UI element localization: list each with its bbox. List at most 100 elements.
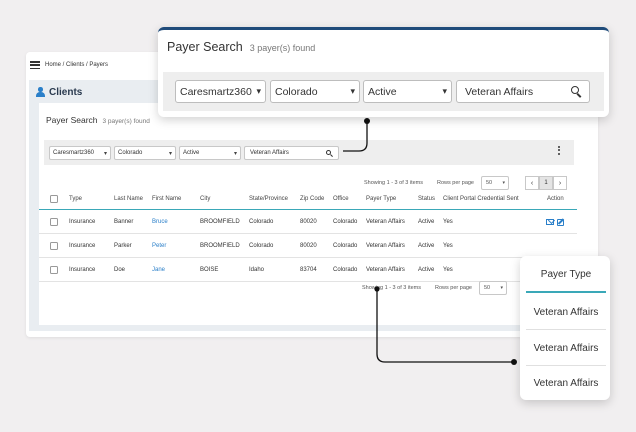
section-header: Clients	[35, 84, 82, 100]
cell-last-name: Doe	[114, 266, 126, 273]
row-select-cell	[50, 234, 58, 257]
rows-per-page-label: Rows per page	[435, 285, 472, 291]
card-title-text: Payer Search	[46, 115, 98, 125]
payer-table: Type Last Name First Name City State/Pro…	[39, 188, 577, 282]
status-select[interactable]: Active ▾	[179, 146, 241, 160]
chevron-down-icon: ▾	[233, 151, 237, 157]
chevron-down-icon: ▾	[168, 151, 172, 157]
zoom-card-title-text: Payer Search	[167, 40, 243, 54]
chevron-down-icon: ▾	[442, 86, 447, 96]
row-checkbox[interactable]	[50, 217, 58, 226]
row-checkbox[interactable]	[50, 265, 58, 274]
cell-payer-type: Veteran Affairs	[366, 242, 405, 249]
zoom-state-select[interactable]: Colorado ▾	[270, 80, 360, 103]
zoom-filter-bar: Caresmartz360 ▾ Colorado ▾ Active ▾ Vete…	[163, 72, 604, 111]
zoom-agency-select[interactable]: Caresmartz360 ▾	[175, 80, 266, 103]
chevron-down-icon: ▾	[103, 151, 107, 157]
row-select-cell	[50, 258, 58, 281]
zoom-status-select[interactable]: Active ▾	[363, 80, 452, 103]
mail-icon[interactable]	[546, 218, 554, 225]
zoom-status-select-value: Active	[368, 85, 397, 98]
cell-office: Colorado	[333, 266, 358, 273]
cell-state: Idaho	[249, 266, 265, 273]
zoom-search-input[interactable]: Veteran Affairs	[456, 80, 590, 103]
zoom-payer-type-value: Veteran Affairs	[526, 331, 606, 366]
select-all-cell	[50, 188, 58, 209]
breadcrumb[interactable]: Home / Clients / Payers	[45, 62, 108, 68]
search-input-value: Veteran Affairs	[250, 150, 289, 156]
filter-bar: Caresmartz360 ▾ Colorado ▾ Active ▾ Vete…	[44, 140, 574, 165]
zoom-result-count: 3 payer(s) found	[249, 43, 316, 53]
cell-state: Colorado	[249, 218, 274, 225]
cell-payer-type: Veteran Affairs	[366, 218, 405, 225]
zoom-agency-select-value: Caresmartz360	[180, 85, 252, 98]
cell-type: Insurance	[69, 266, 96, 273]
zoom-payer-type-value: Veteran Affairs	[533, 378, 599, 389]
cell-state: Colorado	[249, 242, 274, 249]
zoom-search-input-value: Veteran Affairs	[465, 85, 534, 98]
table-header-row: Type Last Name First Name City State/Pro…	[39, 188, 577, 210]
payer-search-zoom-callout: Payer Search 3 payer(s) found Caresmartz…	[158, 27, 609, 117]
search-input[interactable]: Veteran Affairs	[244, 146, 339, 160]
col-state[interactable]: State/Province	[249, 188, 288, 209]
col-zip[interactable]: Zip Code	[300, 188, 324, 209]
menu-icon[interactable]	[30, 61, 40, 69]
cell-office: Colorado	[333, 242, 358, 249]
cell-credential-sent: Yes	[443, 242, 453, 249]
edit-icon[interactable]	[557, 217, 565, 226]
cell-credential-sent: Yes	[443, 266, 453, 273]
state-select[interactable]: Colorado ▾	[114, 146, 176, 160]
rows-per-page-value: 50	[486, 180, 493, 186]
col-credential-sent[interactable]: Client Portal Credential Sent	[443, 188, 519, 209]
table-row[interactable]: Insurance Banner Bruce BROOMFIELD Colora…	[39, 210, 577, 234]
rows-per-page-select[interactable]: 50 ▾	[479, 281, 507, 295]
cell-zip: 80020	[300, 242, 317, 249]
cell-city: BROOMFIELD	[200, 242, 240, 249]
payer-search-card: Payer Search 3 payer(s) found Caresmartz…	[39, 103, 577, 325]
cell-last-name: Parker	[114, 242, 132, 249]
col-type[interactable]: Type	[69, 188, 82, 209]
cell-status: Active	[418, 242, 435, 249]
showing-text: Showing 1 - 3 of 3 items	[363, 180, 423, 186]
col-status[interactable]: Status	[418, 188, 435, 209]
col-city[interactable]: City	[200, 188, 210, 209]
cell-zip: 83704	[300, 266, 317, 273]
col-last-name[interactable]: Last Name	[114, 188, 143, 209]
section-title: Clients	[49, 86, 83, 98]
cell-type: Insurance	[69, 218, 96, 225]
content-area: Clients Payer Search 3 payer(s) found Ca…	[29, 80, 577, 331]
agency-select[interactable]: Caresmartz360 ▾	[49, 146, 111, 160]
cell-first-name-link[interactable]: Bruce	[152, 210, 168, 233]
col-payer-type[interactable]: Payer Type	[366, 188, 396, 209]
cell-last-name: Banner	[114, 218, 134, 225]
cell-actions	[546, 210, 565, 233]
table-row[interactable]: Insurance Doe Jane BOISE Idaho 83704 Col…	[39, 258, 577, 282]
cell-office: Colorado	[333, 218, 358, 225]
col-office[interactable]: Office	[333, 188, 349, 209]
cell-city: BROOMFIELD	[200, 218, 240, 225]
table-row[interactable]: Insurance Parker Peter BROOMFIELD Colora…	[39, 234, 577, 258]
zoom-payer-type-header: Payer Type	[526, 258, 606, 293]
cell-first-name-link[interactable]: Peter	[152, 234, 166, 257]
result-count: 3 payer(s) found	[102, 118, 150, 125]
person-icon	[35, 87, 45, 97]
col-action: Action	[547, 195, 564, 202]
zoom-state-select-value: Colorado	[275, 85, 318, 98]
showing-text: Showing 1 - 3 of 3 items	[361, 285, 421, 291]
rows-per-page-value: 50	[484, 285, 491, 291]
cell-status: Active	[418, 218, 435, 225]
card-title: Payer Search 3 payer(s) found	[46, 115, 150, 125]
search-icon[interactable]	[571, 86, 582, 98]
search-icon[interactable]	[326, 149, 333, 157]
cell-status: Active	[418, 266, 435, 273]
col-first-name[interactable]: First Name	[152, 188, 181, 209]
cell-type: Insurance	[69, 242, 96, 249]
status-select-value: Active	[183, 150, 200, 156]
select-all-checkbox[interactable]	[50, 194, 58, 203]
row-checkbox[interactable]	[50, 241, 58, 250]
cell-first-name-link[interactable]: Jane	[152, 258, 165, 281]
kebab-menu-icon[interactable]	[558, 146, 561, 155]
zoom-payer-type-value: Veteran Affairs	[526, 295, 606, 330]
row-select-cell	[50, 210, 58, 233]
chevron-down-icon: ▾	[350, 86, 355, 96]
